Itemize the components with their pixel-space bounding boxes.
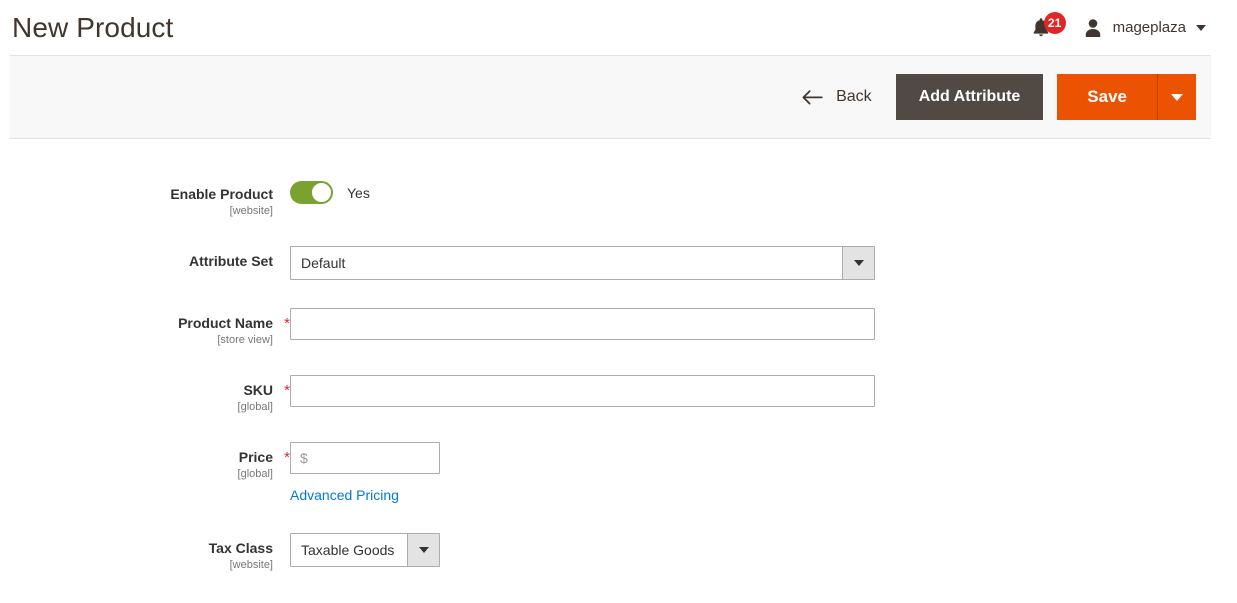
scope-text: [website] (229, 558, 273, 571)
toggle-knob (311, 182, 332, 203)
tax-class-dropdown-button[interactable] (407, 533, 439, 566)
control-price: Advanced Pricing (290, 441, 1237, 505)
notification-count-badge: 21 (1043, 11, 1066, 34)
required-asterisk: * (284, 381, 290, 399)
field-attribute-set: Attribute Set Default (0, 245, 1237, 280)
field-enable-product: Enable Product [website] Yes (0, 179, 1237, 218)
save-split-button: Save (1057, 74, 1196, 120)
label-text: Price (238, 448, 273, 465)
user-name-label: mageplaza (1112, 19, 1186, 36)
attribute-set-value: Default (301, 254, 346, 271)
label-text: Enable Product (170, 186, 273, 202)
scope-text: [website] (229, 204, 273, 217)
chevron-down-icon (1196, 24, 1206, 31)
page-actions-toolbar: Back Add Attribute Save (10, 55, 1211, 139)
field-price: Price [global] * Advanced Pricing (0, 441, 1237, 505)
chevron-down-icon (1171, 93, 1183, 101)
chevron-down-icon (418, 546, 429, 553)
field-product-name: Product Name [store view] * (0, 307, 1237, 347)
back-button-label: Back (836, 88, 872, 105)
required-asterisk: * (284, 448, 290, 466)
header-right-group: 21 mageplaza (1030, 11, 1211, 44)
label-text: Tax Class (208, 539, 273, 556)
save-button[interactable]: Save (1057, 74, 1158, 120)
field-label-attribute-set: Attribute Set (0, 246, 290, 270)
attribute-set-select[interactable]: Default (290, 245, 875, 280)
field-label-tax-class: Tax Class [website] (0, 533, 290, 572)
back-button[interactable]: Back (792, 80, 882, 114)
control-attribute-set: Default (290, 245, 1237, 280)
sku-input[interactable] (290, 374, 875, 407)
field-label-enable-product: Enable Product [website] (0, 179, 290, 218)
enable-product-toggle-row: Yes (290, 179, 1237, 204)
price-input[interactable] (290, 441, 440, 474)
user-menu[interactable]: mageplaza (1082, 17, 1206, 39)
enable-product-value: Yes (347, 184, 370, 201)
scope-text: [global] (237, 400, 273, 413)
label-text: Attribute Set (189, 252, 273, 269)
add-attribute-button[interactable]: Add Attribute (895, 74, 1044, 120)
control-sku (290, 374, 1237, 407)
page-title: New Product (12, 11, 174, 43)
control-enable-product: Yes (290, 179, 1237, 204)
notifications-button[interactable]: 21 (1030, 11, 1066, 44)
scope-text: [store view] (217, 333, 273, 346)
chevron-down-icon (853, 259, 864, 266)
tax-class-select[interactable]: Taxable Goods (290, 532, 440, 567)
advanced-pricing-link[interactable]: Advanced Pricing (290, 487, 399, 503)
control-product-name (290, 307, 1237, 340)
arrow-left-icon (802, 89, 823, 104)
page-header: New Product 21 mageplaza (0, 0, 1237, 55)
attribute-set-dropdown-button[interactable] (842, 246, 874, 279)
field-label-product-name: Product Name [store view] * (0, 308, 290, 347)
required-asterisk: * (284, 314, 290, 332)
field-label-price: Price [global] * (0, 442, 290, 481)
product-name-input[interactable] (290, 307, 875, 340)
field-label-sku: SKU [global] * (0, 375, 290, 414)
scope-text: [global] (237, 467, 273, 480)
field-sku: SKU [global] * (0, 374, 1237, 414)
tax-class-value: Taxable Goods (301, 541, 395, 558)
label-text: SKU (243, 381, 273, 398)
product-form: Enable Product [website] Yes Attribute S… (0, 139, 1237, 572)
field-tax-class: Tax Class [website] Taxable Goods (0, 532, 1237, 572)
label-text: Product Name (178, 314, 273, 331)
enable-product-toggle[interactable] (290, 181, 333, 204)
save-options-toggle[interactable] (1158, 74, 1196, 120)
control-tax-class: Taxable Goods (290, 532, 1237, 567)
avatar-icon (1085, 18, 1100, 37)
